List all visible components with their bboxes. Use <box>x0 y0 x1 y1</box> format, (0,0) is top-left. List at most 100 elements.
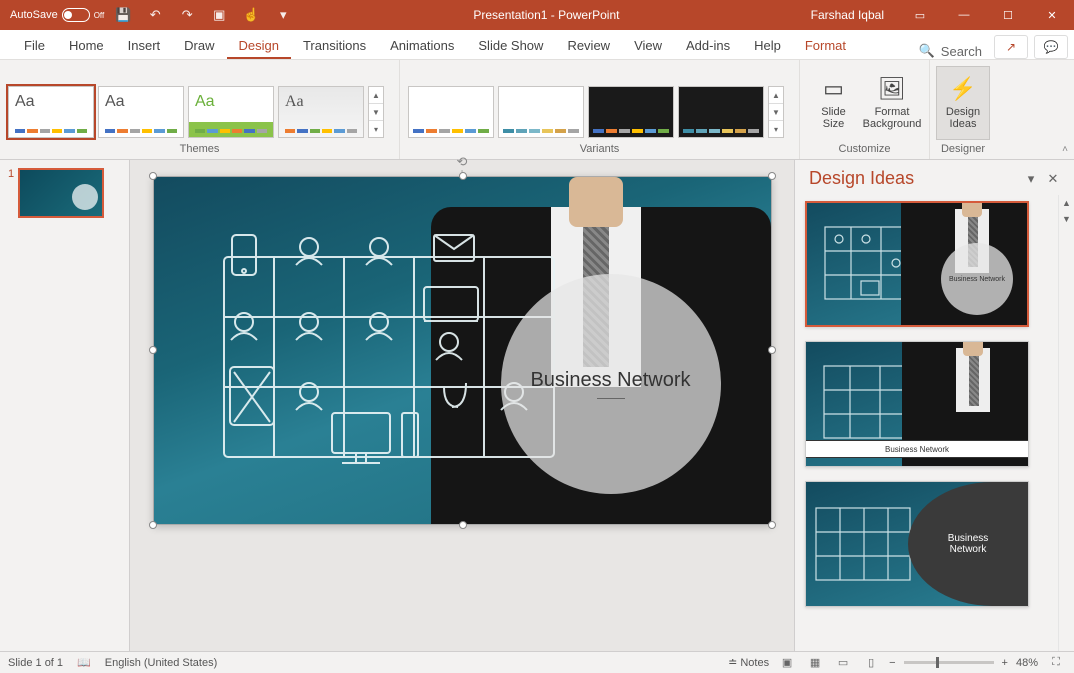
search-box[interactable]: 🔍 Search <box>907 43 994 59</box>
tab-insert[interactable]: Insert <box>116 33 173 59</box>
autosave-state: Off <box>94 11 105 20</box>
status-bar: Slide 1 of 1 📖 English (United States) ≐… <box>0 651 1074 673</box>
touch-mode-icon[interactable]: ☝ <box>238 2 264 28</box>
selection-handle[interactable] <box>149 346 157 354</box>
scrollbar[interactable]: ▲▼ <box>1058 195 1074 651</box>
theme-thumb[interactable]: Aa <box>98 86 184 138</box>
slideshow-view-icon[interactable]: ▯ <box>861 655 881 671</box>
tab-addins[interactable]: Add-ins <box>674 33 742 59</box>
redo-icon[interactable]: ↷ <box>174 2 200 28</box>
design-ideas-title: Design Ideas <box>809 168 1020 189</box>
ribbon-tabs: File Home Insert Draw Design Transitions… <box>0 30 1074 60</box>
themes-more[interactable]: ▲▼▾ <box>368 86 384 138</box>
tab-transitions[interactable]: Transitions <box>291 33 378 59</box>
format-background-button[interactable]: 🖼 Format Background <box>861 66 923 140</box>
autosave-label: AutoSave <box>10 9 58 21</box>
tab-help[interactable]: Help <box>742 33 793 59</box>
fit-to-window-icon[interactable]: ⛶ <box>1046 655 1066 671</box>
user-name[interactable]: Farshad Iqbal <box>797 8 898 22</box>
idea-title: Business Network <box>908 482 1028 606</box>
language-status[interactable]: English (United States) <box>105 657 218 669</box>
tab-review[interactable]: Review <box>555 33 622 59</box>
tab-slideshow[interactable]: Slide Show <box>466 33 555 59</box>
tab-draw[interactable]: Draw <box>172 33 226 59</box>
idea-title: Business Network <box>806 440 1028 458</box>
zoom-out-button[interactable]: − <box>889 657 895 669</box>
slide-thumbnail-pane: 1 <box>0 160 130 651</box>
variants-group: ▲▼▾ Variants <box>400 60 800 159</box>
spellcheck-icon[interactable]: 📖 <box>77 656 91 669</box>
qat-more-icon[interactable]: ▾ <box>270 2 296 28</box>
themes-label: Themes <box>6 140 393 159</box>
variants-more[interactable]: ▲▼▾ <box>768 86 784 138</box>
comments-button[interactable]: 💬 <box>1034 35 1068 59</box>
design-ideas-icon: ⚡ <box>949 76 976 102</box>
variant-thumb[interactable] <box>588 86 674 138</box>
design-idea[interactable]: Business Network <box>805 481 1029 607</box>
designer-label: Designer <box>936 140 990 159</box>
theme-thumb[interactable]: Aa <box>8 86 94 138</box>
theme-thumb[interactable]: Aa <box>278 86 364 138</box>
design-idea[interactable]: Business Network <box>805 341 1029 467</box>
tab-animations[interactable]: Animations <box>378 33 466 59</box>
tab-format[interactable]: Format <box>793 33 858 59</box>
reading-view-icon[interactable]: ▭ <box>833 655 853 671</box>
themes-group: Aa Aa Aa Aa ▲▼▾ Themes <box>0 60 400 159</box>
selection-handle[interactable] <box>459 521 467 529</box>
pane-close-icon[interactable]: ✕ <box>1042 171 1064 187</box>
slide-canvas[interactable]: Business Network <box>153 176 772 525</box>
close-icon[interactable]: ✕ <box>1030 0 1074 30</box>
normal-view-icon[interactable]: ▣ <box>777 655 797 671</box>
slide-count: Slide 1 of 1 <box>8 657 63 669</box>
selection-handle[interactable] <box>149 521 157 529</box>
undo-icon[interactable]: ↶ <box>142 2 168 28</box>
tab-home[interactable]: Home <box>57 33 116 59</box>
document-title: Presentation1 - PowerPoint <box>296 8 796 22</box>
tab-view[interactable]: View <box>622 33 674 59</box>
ribbon-display-icon[interactable]: ▭ <box>898 0 942 30</box>
zoom-slider[interactable] <box>904 661 994 664</box>
customize-label: Customize <box>806 140 923 159</box>
design-ideas-pane: Design Ideas ▾ ✕ Business Network Busine… <box>794 160 1074 651</box>
tab-file[interactable]: File <box>12 33 57 59</box>
tab-design[interactable]: Design <box>227 33 291 59</box>
design-ideas-button[interactable]: ⚡ Design Ideas <box>936 66 990 140</box>
slide-number: 1 <box>8 168 14 218</box>
save-icon[interactable]: 💾 <box>110 2 136 28</box>
title-circle[interactable]: Business Network <box>501 274 721 494</box>
collapse-ribbon-icon[interactable]: ˄ <box>1062 144 1068 155</box>
slide-mini-preview <box>18 168 104 218</box>
minimize-icon[interactable]: — <box>942 0 986 30</box>
selection-handle[interactable] <box>768 346 776 354</box>
pane-options-icon[interactable]: ▾ <box>1020 171 1042 187</box>
variant-thumb[interactable] <box>498 86 584 138</box>
notes-button[interactable]: ≐ Notes <box>728 656 769 669</box>
variant-thumb[interactable] <box>678 86 764 138</box>
sorter-view-icon[interactable]: ▦ <box>805 655 825 671</box>
search-label: Search <box>941 44 982 59</box>
theme-thumb[interactable]: Aa <box>188 86 274 138</box>
selection-handle[interactable] <box>768 172 776 180</box>
designer-group: ⚡ Design Ideas Designer <box>930 60 996 159</box>
zoom-level[interactable]: 48% <box>1016 657 1038 669</box>
customize-group: ▭ Slide Size 🖼 Format Background Customi… <box>800 60 930 159</box>
share-button[interactable]: ↗ <box>994 35 1028 59</box>
design-idea[interactable]: Business Network <box>805 201 1029 327</box>
selection-handle[interactable] <box>459 172 467 180</box>
workspace: 1 ⟲ <box>0 160 1074 651</box>
slide-title: Business Network <box>530 369 690 392</box>
slide-editor[interactable]: ⟲ <box>130 160 794 651</box>
present-from-start-icon[interactable]: ▣ <box>206 2 232 28</box>
selection-handle[interactable] <box>149 172 157 180</box>
slide-size-button[interactable]: ▭ Slide Size <box>806 66 861 140</box>
selection-handle[interactable] <box>768 521 776 529</box>
ribbon: Aa Aa Aa Aa ▲▼▾ Themes ▲▼▾ <box>0 60 1074 160</box>
maximize-icon[interactable]: ☐ <box>986 0 1030 30</box>
zoom-in-button[interactable]: + <box>1002 657 1008 669</box>
network-mini <box>814 502 914 588</box>
variant-thumb[interactable] <box>408 86 494 138</box>
autosave-toggle[interactable]: AutoSave Off <box>10 8 104 22</box>
idea-title: Business Network <box>941 243 1013 315</box>
slide-thumbnail[interactable]: 1 <box>8 168 121 218</box>
slide-size-icon: ▭ <box>823 76 844 102</box>
